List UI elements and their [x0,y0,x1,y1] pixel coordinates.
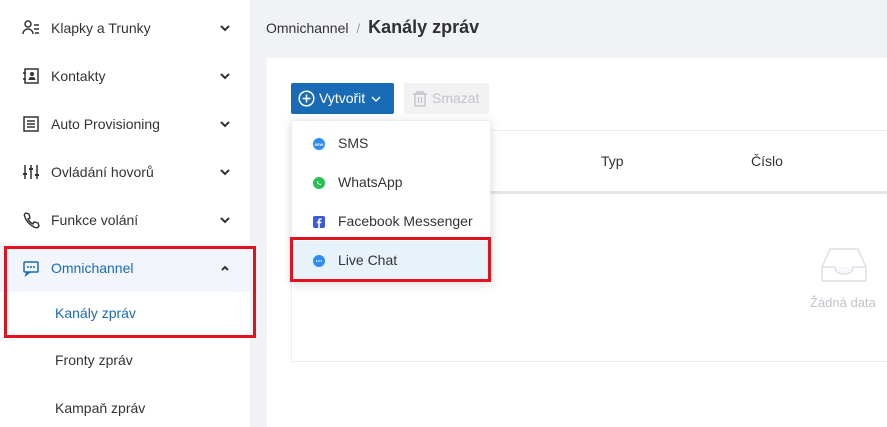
chevron-down-icon [220,169,230,176]
column-header-number: Číslo [751,153,783,169]
sidebar-item-label: Klapky a Trunky [51,20,151,36]
plus-circle-icon [298,90,315,107]
chevron-down-icon [220,25,230,32]
sidebar-subitem-fronty-zprav[interactable]: Fronty zpráv [0,336,250,384]
sliders-icon [23,165,39,179]
phone-icon [23,212,40,229]
chevron-up-icon [221,265,229,271]
create-dropdown-menu: sms SMS WhatsApp Facebook Messenger Live… [291,120,491,282]
sms-icon: sms [313,138,325,150]
empty-state-text: Žádná data [810,295,876,310]
whatsapp-icon [313,177,325,189]
menu-item-label: WhatsApp [338,174,403,190]
column-header-type: Typ [601,153,624,169]
chat-icon [23,261,39,277]
sidebar-item-kontakty[interactable]: Kontakty [0,52,250,100]
empty-inbox-icon [821,248,867,282]
sidebar-item-ovladani-hovoru[interactable]: Ovládání hovorů [0,148,250,196]
sidebar-subitem-label: Kanály zpráv [55,305,136,321]
facebook-icon [313,216,325,228]
sidebar-item-label: Auto Provisioning [51,116,160,132]
delete-button-label: Smazat [432,90,480,106]
sidebar-subitem-label: Kampaň zpráv [55,400,146,416]
menu-item-whatsapp[interactable]: WhatsApp [292,163,490,202]
menu-item-label: Live Chat [338,252,398,268]
menu-item-label: SMS [338,135,369,151]
delete-button[interactable]: Smazat [404,83,489,114]
chevron-down-icon [220,73,230,80]
breadcrumb: Omnichannel / Kanály zpráv [266,17,479,38]
chevron-down-icon [220,121,230,128]
trash-icon [413,91,427,107]
live-chat-icon [313,255,325,267]
create-button-label: Vytvořit [319,90,366,106]
chevron-down-icon [220,217,230,224]
menu-item-facebook-messenger[interactable]: Facebook Messenger [292,202,490,241]
svg-text:sms: sms [314,142,324,147]
user-list-icon [22,20,39,35]
breadcrumb-parent[interactable]: Omnichannel [266,20,349,36]
sidebar-item-label: Kontakty [51,68,106,84]
sidebar-subitem-kampan-zprav[interactable]: Kampaň zpráv [0,384,250,427]
contacts-book-icon [23,68,39,84]
menu-item-live-chat[interactable]: Live Chat [292,241,490,280]
sidebar-item-omnichannel[interactable]: Omnichannel [0,244,250,292]
sidebar-item-label: Ovládání hovorů [51,164,154,180]
menu-item-sms[interactable]: sms SMS [292,124,490,163]
document-stack-icon [23,116,39,132]
sidebar-item-klapky-a-trunky[interactable]: Klapky a Trunky [0,4,250,52]
breadcrumb-separator: / [356,21,361,36]
page-title: Kanály zpráv [368,17,480,37]
sidebar-subitem-label: Fronty zpráv [55,352,133,368]
sidebar-subitem-kanaly-zprav[interactable]: Kanály zpráv [0,289,250,337]
chevron-down-icon [371,96,381,102]
sidebar-item-label: Funkce volání [51,212,139,228]
create-button[interactable]: Vytvořit [291,83,394,114]
sidebar-item-auto-provisioning[interactable]: Auto Provisioning [0,100,250,148]
sidebar: Klapky a Trunky Kontakty Auto Provisioni… [0,0,250,427]
sidebar-item-label: Omnichannel [51,260,134,276]
sidebar-item-funkce-volani[interactable]: Funkce volání [0,196,250,244]
menu-item-label: Facebook Messenger [338,213,473,229]
